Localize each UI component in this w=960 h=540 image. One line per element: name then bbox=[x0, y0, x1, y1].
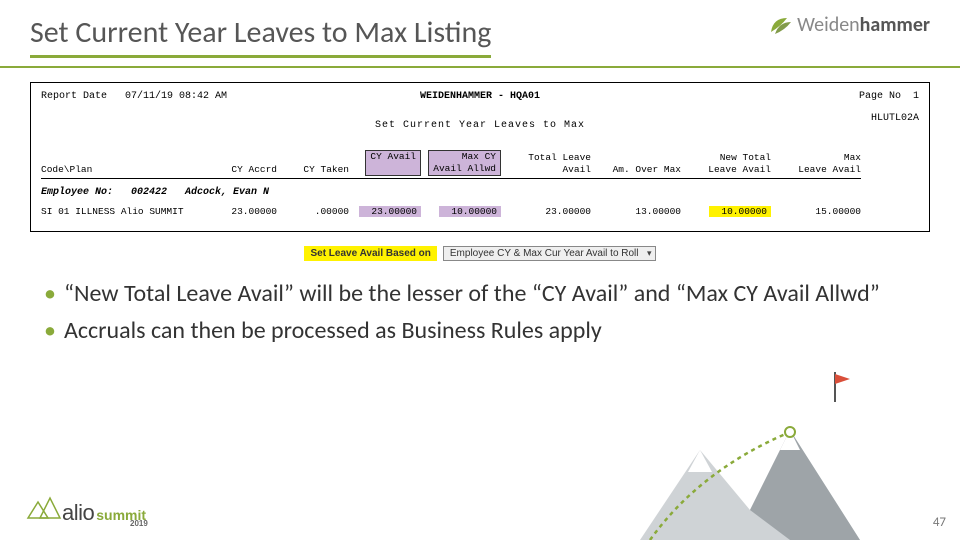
report-center-title: WEIDENHAMMER - HQA01 bbox=[31, 91, 929, 104]
brand-text-thin: Weiden bbox=[797, 13, 860, 37]
report-code: HLUTL02A bbox=[871, 113, 919, 126]
col-amover: Am. Over Max bbox=[613, 164, 681, 175]
bullet-list: “New Total Leave Avail” will be the less… bbox=[44, 279, 916, 346]
page-title: Set Current Year Leaves to Max Listing bbox=[30, 14, 491, 58]
col-newtla: New Total Leave Avail bbox=[708, 152, 771, 175]
logo-mtn-icon bbox=[26, 496, 62, 520]
employee-row: Employee No: 002422 Adcock, Evan N bbox=[41, 187, 919, 200]
slide-number: 47 bbox=[933, 515, 946, 530]
employee-no: 002422 bbox=[131, 187, 167, 200]
flag-icon bbox=[832, 372, 852, 402]
brand-logo: Weidenhammer bbox=[767, 12, 930, 38]
cell-maxla: 15.00000 bbox=[771, 206, 861, 218]
employee-name: Adcock, Evan N bbox=[185, 187, 269, 200]
employee-label: Employee No: bbox=[41, 187, 113, 200]
dropdown-strip: Set Leave Avail Based on Employee CY & M… bbox=[0, 246, 960, 261]
bullet-item: “New Total Leave Avail” will be the less… bbox=[44, 279, 916, 310]
col-maxla: Max Leave Avail bbox=[798, 152, 861, 175]
cell-codeplan: SI 01 ILLNESS Alio SUMMIT bbox=[41, 206, 205, 218]
logo-year: 2019 bbox=[130, 519, 148, 528]
col-codeplan: Code\Plan bbox=[41, 164, 92, 175]
header-rule bbox=[0, 66, 960, 68]
cell-avail: 23.00000 bbox=[359, 206, 421, 218]
col-accrd: CY Accrd bbox=[231, 164, 277, 175]
dropdown-select[interactable]: Employee CY & Max Cur Year Avail to Roll bbox=[443, 246, 656, 261]
cell-accrd: 23.00000 bbox=[205, 206, 277, 218]
cell-newtla: 10.00000 bbox=[709, 206, 771, 218]
col-taken: CY Taken bbox=[303, 164, 349, 175]
logo-text: alio bbox=[62, 500, 94, 526]
cell-taken: .00000 bbox=[277, 206, 349, 218]
cell-amover: 13.00000 bbox=[591, 206, 681, 218]
column-headers: Code\Plan CY Accrd CY Taken CY Avail Max… bbox=[41, 150, 919, 179]
col-avail: CY Avail bbox=[370, 151, 416, 162]
report-subtitle: Set Current Year Leaves to Max bbox=[41, 120, 919, 133]
mountain-graphic bbox=[640, 380, 920, 540]
cell-maxcy: 10.00000 bbox=[439, 206, 501, 218]
dropdown-label: Set Leave Avail Based on bbox=[304, 246, 436, 261]
cell-tla: 23.00000 bbox=[501, 206, 591, 218]
col-maxcy-highlight: Max CY Avail Allwd bbox=[428, 150, 501, 176]
brand-text-bold: hammer bbox=[860, 13, 930, 37]
bullet-item: Accruals can then be processed as Busine… bbox=[44, 316, 916, 347]
alio-summit-logo: aliosummit 2019 bbox=[26, 496, 146, 526]
col-avail-highlight: CY Avail bbox=[365, 150, 421, 176]
leaf-icon bbox=[767, 12, 793, 38]
report-listing: Report Date 07/11/19 08:42 AM WEIDENHAMM… bbox=[30, 82, 930, 232]
table-row: SI 01 ILLNESS Alio SUMMIT 23.00000 .0000… bbox=[41, 206, 919, 218]
col-tla: Total Leave Avail bbox=[528, 152, 591, 175]
col-maxcy: Max CY Avail Allwd bbox=[433, 151, 496, 174]
